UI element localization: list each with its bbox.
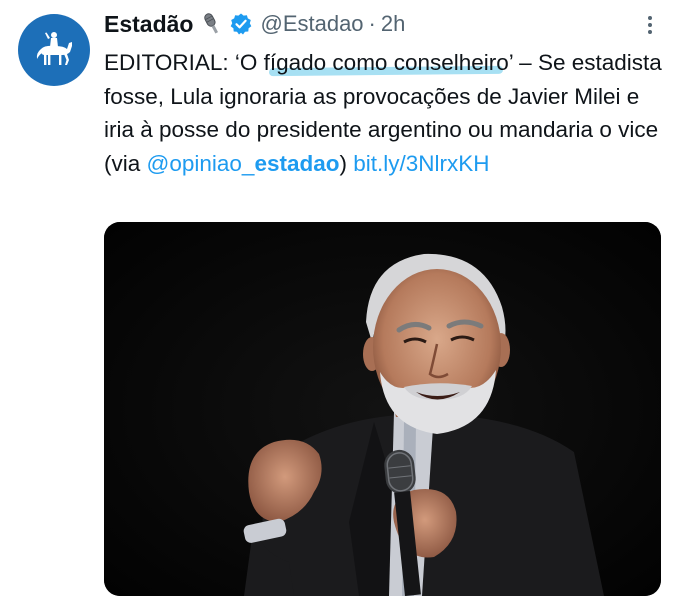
verified-badge-icon[interactable] (229, 12, 253, 36)
horse-rider-logo-icon (36, 32, 72, 65)
meta-separator: · (368, 11, 376, 36)
mention-bold: estadao (254, 150, 340, 176)
author-name[interactable]: Estadão (104, 11, 193, 38)
author-handle[interactable]: @Estadao (260, 11, 363, 37)
text-close-paren: ) (339, 150, 347, 176)
tweet-header: Estadão @Estadao · 2h (104, 8, 405, 40)
author-avatar[interactable] (18, 14, 90, 86)
photo-image (104, 222, 661, 596)
short-url-link[interactable]: bit.ly/3NlrxKH (353, 151, 489, 176)
tweet-text: EDITORIAL: ‘O fígado como conselheiro’ –… (104, 46, 674, 180)
mention-link[interactable]: @opiniao_estadao (147, 151, 340, 176)
mention-at: @opiniao_ (146, 150, 255, 176)
tweet-media-photo[interactable] (104, 222, 661, 596)
tweet-timestamp[interactable]: 2h (381, 11, 405, 37)
microphone-badge-icon[interactable] (201, 11, 223, 37)
more-options-icon[interactable] (646, 14, 654, 36)
